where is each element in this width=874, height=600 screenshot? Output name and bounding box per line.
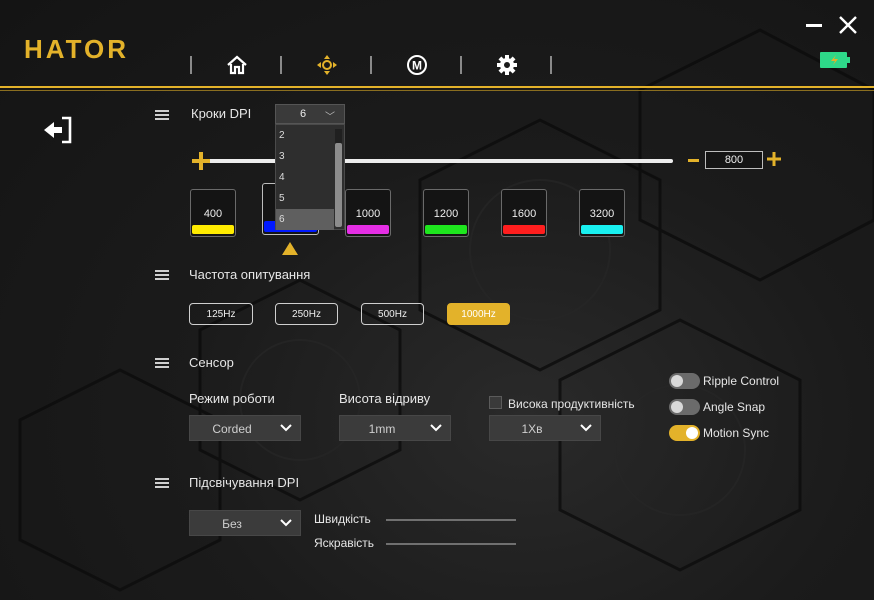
angle-snap-toggle[interactable] [669, 399, 700, 415]
dpi-preset-value: 1200 [433, 208, 459, 220]
dpi-preset-value: 400 [203, 208, 223, 220]
dpi-preset-value: 3200 [589, 208, 615, 220]
mode-value: Corded [212, 422, 252, 436]
active-preset-marker-icon [282, 242, 298, 255]
dpi-section-title: Кроки DPI [191, 106, 252, 121]
settings-nav-button[interactable] [488, 50, 526, 80]
battery-icon [820, 52, 850, 68]
top-navigation: M [190, 50, 578, 80]
backlight-section-title: Підсвічування DPI [189, 475, 300, 490]
dpi-value-input[interactable]: 800 [705, 151, 763, 169]
chevron-down-icon [280, 519, 292, 527]
dpi-preset-card[interactable]: 1200 [423, 189, 469, 237]
brightness-slider[interactable] [386, 543, 516, 545]
dpi-steps-option[interactable]: 2 [276, 125, 334, 146]
dpi-preset-value: 1600 [511, 208, 537, 220]
backlight-mode-value: Без [222, 517, 242, 531]
nav-separator [190, 56, 192, 74]
chevron-down-icon [580, 424, 592, 432]
dpi-preset-color-bar [503, 225, 545, 234]
polling-rate-125-button[interactable]: 125Hz [189, 303, 253, 325]
dpi-preset-value: 1000 [355, 208, 381, 220]
dpi-steps-value: 6 [300, 108, 307, 120]
dpi-nav-button[interactable] [308, 50, 346, 80]
speed-slider[interactable] [386, 519, 516, 521]
dpi-preset-color-bar [425, 225, 467, 234]
lift-off-label: Висота відриву [339, 391, 431, 406]
high-performance-checkbox[interactable] [489, 396, 502, 409]
macro-nav-button[interactable]: M [398, 50, 436, 80]
chevron-down-icon [280, 424, 292, 432]
polling-rate-1000-button[interactable]: 1000Hz [447, 303, 510, 325]
polling-section-title: Частота опитування [189, 267, 311, 282]
dpi-preset-color-bar [581, 225, 623, 234]
ripple-control-toggle[interactable] [669, 373, 700, 389]
high-performance-dropdown[interactable]: 1Хв [489, 415, 601, 441]
high-performance-value: 1Хв [521, 422, 543, 436]
backlight-mode-dropdown[interactable]: Без [189, 510, 301, 536]
polling-rate-250-button[interactable]: 250Hz [275, 303, 338, 325]
dpi-preset-card[interactable]: 3200 [579, 189, 625, 237]
dpi-slider-track[interactable] [195, 159, 673, 163]
speed-label: Швидкість [314, 512, 371, 526]
dpi-target-icon [317, 55, 337, 75]
mode-dropdown[interactable]: Corded [189, 415, 301, 441]
dpi-preset-card[interactable]: 400 [190, 189, 236, 237]
mode-label: Режим роботи [189, 391, 275, 406]
toggle-knob [671, 401, 683, 413]
sensor-section-title: Сенсор [189, 355, 234, 370]
motion-sync-toggle[interactable] [669, 425, 700, 441]
menu-lines-icon [155, 478, 169, 488]
dpi-increase-button[interactable] [767, 152, 781, 166]
menu-lines-icon [155, 358, 169, 368]
dpi-steps-option[interactable]: 4 [276, 167, 334, 188]
nav-separator [280, 56, 282, 74]
minimize-button[interactable] [806, 24, 822, 27]
high-performance-label: Висока продуктивність [508, 397, 635, 411]
home-icon [227, 55, 247, 75]
menu-lines-icon [155, 110, 169, 120]
nav-separator [550, 56, 552, 74]
brightness-label: Яскравість [314, 536, 375, 550]
nav-separator [460, 56, 462, 74]
macro-letter: M [412, 59, 422, 73]
chevron-down-icon [430, 424, 442, 432]
angle-snap-label: Angle Snap [703, 400, 766, 414]
dpi-steps-option[interactable]: 5 [276, 188, 334, 209]
macro-icon: M [407, 55, 427, 75]
menu-lines-icon [155, 270, 169, 280]
dpi-steps-option[interactable]: 3 [276, 146, 334, 167]
chevron-down-icon: ﹀ [325, 112, 335, 123]
toggle-knob [671, 375, 683, 387]
ripple-control-label: Ripple Control [703, 374, 780, 388]
gear-icon [497, 55, 517, 75]
toggle-knob [686, 427, 698, 439]
dpi-steps-select[interactable]: 6 ﹀ [275, 104, 345, 124]
back-icon[interactable] [42, 116, 74, 144]
motion-sync-label: Motion Sync [703, 426, 770, 440]
header-divider [0, 86, 874, 91]
lift-off-dropdown[interactable]: 1mm [339, 415, 451, 441]
dpi-preset-card[interactable]: 1000 [345, 189, 391, 237]
close-icon[interactable] [838, 15, 858, 35]
lift-off-value: 1mm [368, 422, 396, 436]
home-nav-button[interactable] [218, 50, 256, 80]
dpi-preset-color-bar [192, 225, 234, 234]
dpi-preset-color-bar [347, 225, 389, 234]
nav-separator [370, 56, 372, 74]
dpi-steps-option-selected[interactable]: 6 [276, 209, 334, 230]
dropdown-scrollbar-thumb[interactable] [335, 143, 342, 227]
hator-logo: HATOR [24, 34, 130, 64]
dpi-steps-dropdown-list: 2 3 4 5 6 [275, 124, 345, 230]
dpi-decrease-button[interactable] [688, 159, 699, 162]
polling-rate-500-button[interactable]: 500Hz [361, 303, 424, 325]
dpi-slider-handle[interactable] [192, 152, 210, 170]
dpi-preset-card[interactable]: 1600 [501, 189, 547, 237]
